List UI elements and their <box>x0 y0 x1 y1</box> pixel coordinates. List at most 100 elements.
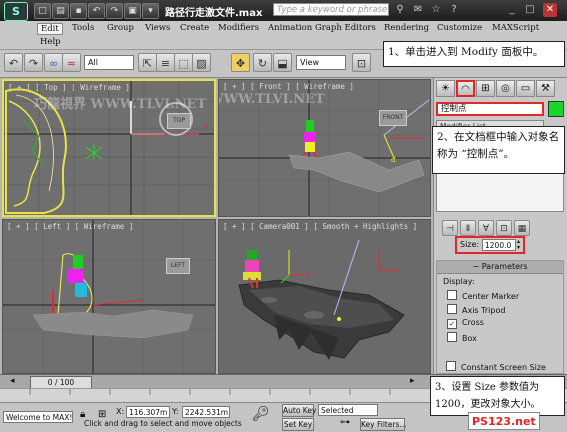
status-prompt: Click and drag to select and move object… <box>84 419 242 428</box>
select-move-icon[interactable]: ✥ <box>231 53 250 72</box>
viewcube-front[interactable]: FRONT <box>379 110 407 126</box>
checkbox-box[interactable] <box>447 332 457 342</box>
viewcube-top[interactable]: TOP <box>167 113 191 129</box>
x-coordinate-input[interactable]: 116.307m <box>126 406 170 418</box>
new-file-icon[interactable]: □ <box>34 3 51 19</box>
checkbox-box[interactable] <box>447 304 457 314</box>
viewport-front[interactable]: [ + ] [ Front ] [ Wireframe ] d FRONT WW… <box>218 79 431 217</box>
svg-text:x: x <box>204 122 208 130</box>
menu-customize[interactable]: Customize <box>437 23 482 33</box>
size-label: Size: <box>460 240 480 249</box>
camera-view-scene <box>238 239 405 360</box>
filter-icon[interactable]: ⊶ <box>340 417 350 428</box>
command-panel: ☀ ◠ ⊞ ◎ ▭ ⚒ 控制点 Modifier List ⊣ Ⅱ ∀ ⊡ ▦ … <box>433 78 567 374</box>
maximize-icon[interactable]: □ <box>523 3 537 17</box>
maxscript-listener[interactable]: Welcome to MAX! <box>3 411 73 423</box>
utilities-tab-icon[interactable]: ⚒ <box>536 80 555 97</box>
track-ticks <box>29 389 391 395</box>
object-color-swatch[interactable] <box>548 101 564 117</box>
y-coordinate-input[interactable]: 2242.531m <box>182 406 230 418</box>
select-scale-icon[interactable]: ⬓ <box>273 53 292 72</box>
create-tab-icon[interactable]: ☀ <box>436 80 455 97</box>
pivot-center-icon[interactable]: ⊡ <box>352 53 371 72</box>
left-view-scene <box>3 220 215 373</box>
viewport-left[interactable]: [ + ] [ Left ] [ Wireframe ] LEFT <box>2 219 216 374</box>
object-name-input[interactable]: 控制点 <box>436 102 544 116</box>
menu-graph-editors[interactable]: Graph Editors <box>315 23 376 33</box>
checkbox-box[interactable] <box>446 361 456 371</box>
size-spinner-input[interactable]: 1200.0 <box>482 239 516 251</box>
dropdown-icon[interactable]: ▾ <box>142 3 159 19</box>
x-label: X: <box>116 407 125 416</box>
menu-group[interactable]: Group <box>107 23 134 33</box>
reference-coordinate-dropdown[interactable]: View <box>296 55 346 70</box>
save-file-icon[interactable]: ▪ <box>70 3 87 19</box>
window-title: 路径行走激文件.max <box>165 8 263 19</box>
rollout-title: Parameters <box>481 262 528 271</box>
constant-screen-size-checkbox[interactable]: Constant Screen Size <box>446 361 546 372</box>
menu-rendering[interactable]: Rendering <box>384 23 429 33</box>
menu-maxscript[interactable]: MAXScript <box>492 23 539 33</box>
search-input[interactable]: Type a keyword or phrase <box>273 3 389 16</box>
communication-center-icon[interactable]: ✉ <box>411 3 425 17</box>
rollout-header[interactable]: − Parameters <box>437 261 563 274</box>
select-by-name-icon[interactable]: ≡ <box>156 53 175 72</box>
minimize-icon[interactable]: _ <box>505 3 519 17</box>
unlink-icon[interactable]: ≈ <box>62 53 81 72</box>
viewcube-left[interactable]: LEFT <box>166 258 190 274</box>
checkbox-label: Cross <box>462 318 484 327</box>
viewport-top[interactable]: [ + ] [ Top ] [ Wireframe ] x TOP 巧龍視界 W… <box>2 79 216 217</box>
close-icon[interactable]: ✕ <box>543 3 557 17</box>
undo-tool-icon[interactable]: ↶ <box>4 53 23 72</box>
auto-key-button[interactable]: Auto Key <box>282 404 316 417</box>
app-logo-icon[interactable]: S <box>4 2 28 21</box>
modify-tab-icon[interactable]: ◠ <box>456 80 475 97</box>
center-marker-checkbox[interactable]: Center Marker <box>447 290 519 301</box>
menu-create[interactable]: Create <box>180 23 209 33</box>
key-icon[interactable]: 🔑︎ <box>252 406 270 422</box>
checkmark-icon[interactable]: ✓ <box>447 319 457 329</box>
selection-filter-dropdown[interactable]: All <box>84 55 134 70</box>
set-key-button[interactable]: Set Key <box>282 418 314 431</box>
spinner-arrows-icon[interactable]: ▴ ▾ <box>517 239 520 251</box>
menu-tools[interactable]: Tools <box>72 23 94 33</box>
selection-set-dropdown[interactable]: Selected <box>318 404 378 416</box>
make-unique-icon[interactable]: ∀ <box>478 220 494 236</box>
select-rotate-icon[interactable]: ↻ <box>253 53 272 72</box>
configure-sets-icon[interactable]: ▦ <box>514 220 530 236</box>
title-bar: S □ ▤ ▪ ↶ ↷ ▣ ▾ 路径行走激文件.max Type a keywo… <box>0 0 567 21</box>
menu-animation[interactable]: Animation <box>268 23 312 33</box>
show-end-result-icon[interactable]: Ⅱ <box>460 220 476 236</box>
select-object-icon[interactable]: ⇱ <box>138 53 157 72</box>
window-crossing-icon[interactable]: ▨ <box>192 53 211 72</box>
project-folder-icon[interactable]: ▣ <box>124 3 141 19</box>
menu-views[interactable]: Views <box>145 23 170 33</box>
hierarchy-tab-icon[interactable]: ⊞ <box>476 80 495 97</box>
menu-edit[interactable]: Edit <box>37 23 63 35</box>
box-checkbox[interactable]: Box <box>447 332 477 343</box>
help-icon[interactable]: ? <box>447 3 461 17</box>
slider-left-icon[interactable]: ◂ <box>10 375 22 388</box>
key-filters-button[interactable]: Key Filters... <box>360 418 407 431</box>
remove-modifier-icon[interactable]: ⊡ <box>496 220 512 236</box>
redo-icon[interactable]: ↷ <box>106 3 123 19</box>
watermark: 巧龍視界 WWW.TLVI.NET <box>34 97 207 112</box>
viewport-camera[interactable]: [ + ] [ Camera001 ] [ Smooth + Highlight… <box>218 219 431 374</box>
axis-tripod-checkbox[interactable]: Axis Tripod <box>447 304 505 315</box>
y-label: Y: <box>172 407 179 416</box>
menu-help[interactable]: Help <box>40 37 61 47</box>
redo-tool-icon[interactable]: ↷ <box>24 53 43 72</box>
favorites-star-icon[interactable]: ☆ <box>429 3 443 17</box>
pin-stack-icon[interactable]: ⊣ <box>442 220 458 236</box>
motion-tab-icon[interactable]: ◎ <box>496 80 515 97</box>
cross-checkbox[interactable]: ✓ Cross <box>447 318 484 329</box>
rectangle-selection-icon[interactable]: ⬚ <box>174 53 193 72</box>
binoculars-icon[interactable]: ⚲ <box>393 3 407 17</box>
open-file-icon[interactable]: ▤ <box>52 3 69 19</box>
select-link-icon[interactable]: ∞ <box>44 53 63 72</box>
menu-modifiers[interactable]: Modifiers <box>218 23 259 33</box>
slider-right-icon[interactable]: ▸ <box>410 375 422 388</box>
checkbox-box[interactable] <box>447 290 457 300</box>
display-tab-icon[interactable]: ▭ <box>516 80 535 97</box>
undo-icon[interactable]: ↶ <box>88 3 105 19</box>
